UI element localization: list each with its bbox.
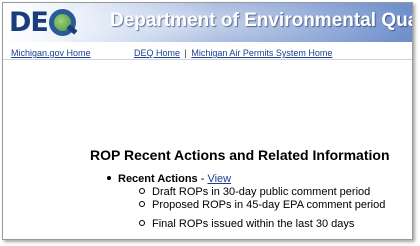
recent-actions-dash: - [197, 173, 208, 185]
page-frame: DE Department of Environmental Quality M… [2, 2, 413, 240]
link-separator: | [184, 48, 187, 58]
deq-home-link[interactable]: DEQ Home [134, 48, 180, 58]
department-title: Department of Environmental Quality [110, 10, 412, 31]
circle-bullet-icon [139, 188, 145, 195]
circle-bullet-icon [139, 201, 145, 208]
air-permits-home-link[interactable]: Michigan Air Permits System Home [191, 48, 332, 58]
recent-actions-item: Recent Actions - View [107, 173, 231, 186]
list-item-label: Final ROPs issued within the last 30 day… [152, 218, 355, 230]
view-link[interactable]: View [207, 173, 231, 185]
logo-q-icon [48, 9, 76, 36]
circle-bullet-icon [139, 220, 145, 227]
logo-letters: DE [9, 7, 49, 38]
list-item[interactable]: Final ROPs issued within the last 30 day… [139, 218, 354, 231]
recent-actions-label: Recent Actions [118, 173, 198, 185]
header-banner: DE Department of Environmental Quality [3, 3, 412, 42]
page-title: ROP Recent Actions and Related Informati… [90, 147, 390, 163]
bullet-icon [107, 176, 111, 181]
list-item[interactable]: Proposed ROPs in 45-day EPA comment peri… [139, 199, 385, 212]
list-item-label: Draft ROPs in 30-day public comment peri… [152, 186, 371, 198]
michigan-gov-home-link[interactable]: Michigan.gov Home [11, 46, 91, 60]
deq-logo[interactable]: DE [9, 7, 77, 38]
list-item-label: Proposed ROPs in 45-day EPA comment peri… [152, 199, 386, 211]
top-link-bar: Michigan.gov Home DEQ Home | Michigan Ai… [3, 46, 412, 60]
link-group-right: DEQ Home | Michigan Air Permits System H… [134, 46, 332, 60]
list-item[interactable]: Draft ROPs in 30-day public comment peri… [139, 186, 370, 199]
